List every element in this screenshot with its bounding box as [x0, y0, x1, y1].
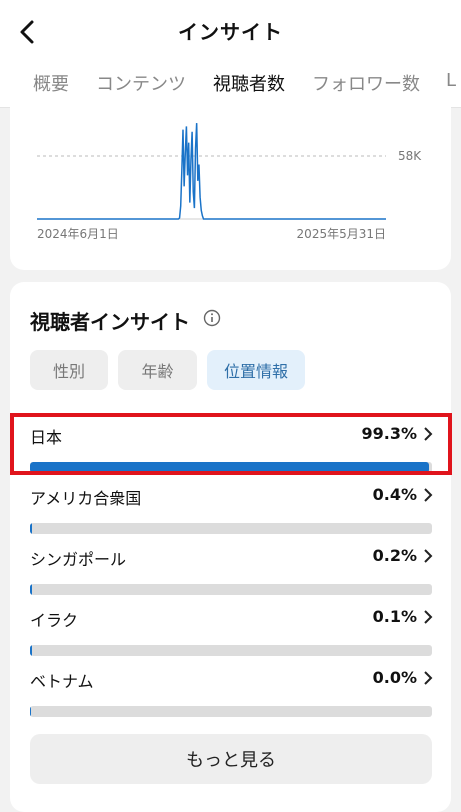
chevron-right-icon: [424, 488, 433, 502]
percentage-bar: [30, 523, 432, 534]
viewer-line-chart: 58K 2024年6月1日 2025年5月31日: [37, 123, 422, 241]
page-title: インサイト: [178, 20, 283, 44]
tab-followers[interactable]: フォロワー数: [312, 70, 420, 96]
location-name: イラク: [30, 611, 79, 630]
percentage-bar: [30, 462, 432, 473]
section-title: 視聴者インサイト: [30, 310, 190, 334]
tab-content[interactable]: コンテンツ: [96, 70, 186, 96]
location-row[interactable]: 日本 99.3%: [10, 424, 451, 476]
chip-gender[interactable]: 性別: [30, 350, 108, 390]
location-percentage: 99.3%: [361, 424, 417, 443]
top-bar: インサイト 概要 コンテンツ 視聴者数 フォロワー数 L: [0, 0, 461, 108]
percentage-bar-fill: [30, 584, 32, 595]
audience-insight-card: 視聴者インサイト 性別 年齢 位置情報 日本 99.3% アメリカ合衆国 0.4…: [10, 282, 451, 812]
percentage-bar-fill: [30, 706, 31, 717]
chevron-right-icon: [424, 610, 433, 624]
chevron-right-icon: [424, 427, 433, 441]
location-name: シンガポール: [30, 550, 127, 569]
viewer-chart-card: 58K 2024年6月1日 2025年5月31日: [10, 100, 451, 270]
see-more-button[interactable]: もっと見る: [30, 734, 432, 784]
series-line: [37, 123, 386, 220]
location-percentage: 0.2%: [372, 546, 417, 565]
location-percentage: 0.1%: [372, 607, 417, 626]
chip-age[interactable]: 年齢: [118, 350, 197, 390]
tab-more[interactable]: L: [446, 70, 456, 91]
location-row[interactable]: イラク 0.1%: [10, 607, 451, 659]
percentage-bar: [30, 645, 432, 656]
x-start-label: 2024年6月1日: [37, 227, 119, 241]
tab-viewers[interactable]: 視聴者数: [213, 70, 285, 96]
location-name: ベトナム: [30, 672, 94, 691]
info-circle-icon[interactable]: [203, 309, 221, 327]
tab-overview[interactable]: 概要: [33, 70, 69, 96]
location-name: アメリカ合衆国: [30, 489, 142, 508]
location-row[interactable]: シンガポール 0.2%: [10, 546, 451, 598]
location-percentage: 0.4%: [372, 485, 417, 504]
chevron-right-icon: [424, 671, 433, 685]
percentage-bar-fill: [30, 645, 32, 656]
location-name: 日本: [30, 428, 63, 447]
chevron-right-icon: [424, 549, 433, 563]
chip-location[interactable]: 位置情報: [207, 350, 305, 390]
location-row[interactable]: ベトナム 0.0%: [10, 668, 451, 720]
x-end-label: 2025年5月31日: [297, 227, 386, 241]
location-row[interactable]: アメリカ合衆国 0.4%: [10, 485, 451, 537]
percentage-bar-fill: [30, 462, 430, 473]
percentage-bar: [30, 706, 432, 717]
location-percentage: 0.0%: [372, 668, 417, 687]
y-tick-label: 58K: [398, 149, 422, 163]
percentage-bar: [30, 584, 432, 595]
percentage-bar-fill: [30, 523, 32, 534]
